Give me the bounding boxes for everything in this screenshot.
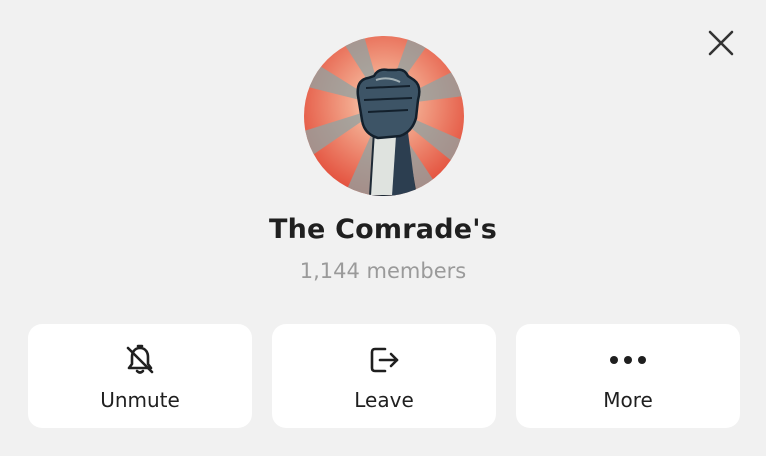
leave-button[interactable]: Leave (272, 324, 496, 428)
leave-label: Leave (354, 388, 414, 412)
raised-fist-icon (304, 36, 464, 196)
bell-slash-icon (126, 344, 154, 374)
more-dots-icon (610, 356, 646, 364)
leave-icon (370, 347, 399, 373)
close-button[interactable] (700, 22, 742, 64)
unmute-label: Unmute (100, 388, 180, 412)
unmute-button[interactable]: Unmute (28, 324, 252, 428)
close-icon (708, 30, 734, 56)
more-button[interactable]: More (516, 324, 740, 428)
more-label: More (603, 388, 653, 412)
chat-title: The Comrade's (269, 214, 497, 245)
member-count: 1,144 members (299, 259, 467, 283)
avatar[interactable] (304, 36, 464, 196)
